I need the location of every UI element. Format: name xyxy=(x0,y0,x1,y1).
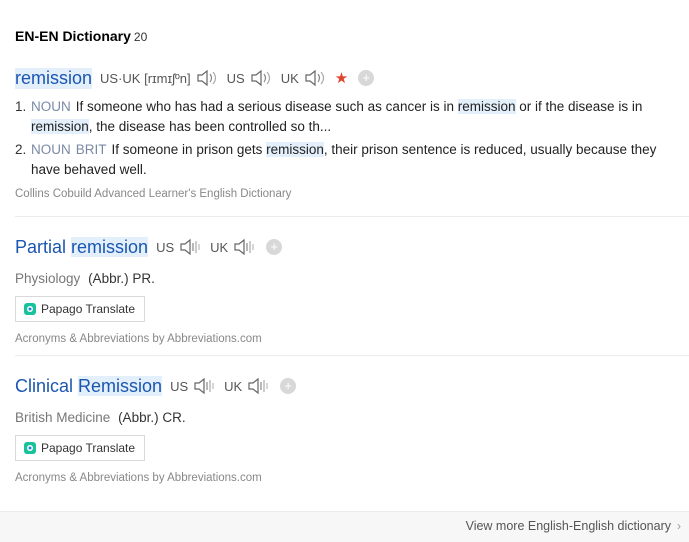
headword-part: Partial xyxy=(15,236,67,257)
papago-icon xyxy=(24,442,36,454)
papago-label: Papago Translate xyxy=(41,441,136,455)
highlighted-word: remission xyxy=(31,119,89,134)
part-of-speech: NOUN xyxy=(31,142,71,157)
part-of-speech: NOUN xyxy=(31,99,71,114)
uk-label: UK xyxy=(224,378,243,394)
add-wordbook-icon[interactable]: + xyxy=(358,70,375,86)
speaker-icon[interactable] xyxy=(232,238,256,256)
pronunciation-us: US xyxy=(156,238,202,256)
def-fragment: or if the disease is in xyxy=(519,99,643,114)
pronunciation-uk: UK xyxy=(281,69,327,87)
add-wordbook-icon[interactable]: + xyxy=(266,239,283,255)
headword-highlight: remission xyxy=(71,236,149,257)
dictionary-source: Collins Cobuild Advanced Learner's Engli… xyxy=(15,188,292,200)
papago-translate-button[interactable]: Papago Translate xyxy=(15,435,146,461)
field-label: Physiology xyxy=(15,271,81,286)
headword-link[interactable]: Partial remission xyxy=(15,236,149,258)
def-text: NOUN If someone who has had a serious dis… xyxy=(31,97,689,137)
abbreviation: (Abbr.) PR. xyxy=(88,271,155,286)
us-label: US xyxy=(156,239,175,255)
pronunciation-usuk: US·UK [rɪmɪʃºn] xyxy=(100,69,219,87)
def-number: 1. xyxy=(15,99,27,114)
abbreviation: (Abbr.) CR. xyxy=(118,410,186,425)
highlighted-word: remission xyxy=(266,142,324,157)
add-wordbook-icon[interactable]: + xyxy=(280,378,297,394)
speaker-icon[interactable] xyxy=(192,377,216,395)
definition-list: 1. NOUN If someone who has had a serious … xyxy=(15,97,689,180)
dictionary-source: Acronyms & Abbreviations by Abbreviation… xyxy=(15,333,262,345)
view-more-link[interactable]: View more English-English dictionary › xyxy=(466,519,681,533)
star-icon[interactable]: ★ xyxy=(335,69,348,87)
divider xyxy=(15,216,689,217)
highlighted-word: remission xyxy=(457,99,516,114)
speaker-icon[interactable] xyxy=(249,69,273,87)
pronunciation-us: US xyxy=(170,377,216,395)
section-title: EN-EN Dictionary xyxy=(15,28,131,44)
us-label: US xyxy=(226,70,245,86)
uk-label: UK xyxy=(280,70,299,86)
section-header: EN-EN Dictionary 20 xyxy=(15,28,147,44)
pron-text: [rɪmɪʃºn] xyxy=(144,70,191,86)
entry-partial-remission: Partial remission US UK + Physiology (Ab… xyxy=(15,235,689,345)
region-label: BRIT xyxy=(75,142,107,157)
abbreviation-line: Physiology (Abbr.) PR. xyxy=(15,271,689,286)
def-fragment: , the disease has been controlled so th.… xyxy=(88,119,332,134)
chevron-right-icon: › xyxy=(677,519,681,533)
speaker-icon[interactable] xyxy=(303,69,327,87)
result-count: 20 xyxy=(133,30,148,44)
divider xyxy=(15,355,689,356)
papago-icon xyxy=(24,303,36,315)
definition-item: 2. NOUN BRIT If someone in prison gets rem… xyxy=(15,140,689,180)
def-fragment: If someone who has had a serious disease… xyxy=(75,99,454,114)
entry-remission: remission US·UK [rɪmɪʃºn] US UK ★ + 1. N… xyxy=(15,66,689,200)
speaker-icon[interactable] xyxy=(246,377,270,395)
headword-link[interactable]: remission xyxy=(15,67,93,89)
pron-label: US·UK xyxy=(100,70,141,86)
speaker-icon[interactable] xyxy=(178,238,202,256)
headword-highlight: Remission xyxy=(78,375,163,396)
footer-bar: View more English-English dictionary › xyxy=(0,511,689,542)
def-number: 2. xyxy=(15,142,27,157)
speaker-icon[interactable] xyxy=(195,69,219,87)
def-text: NOUN BRIT If someone in prison gets remiss… xyxy=(31,140,689,180)
headword-link[interactable]: Clinical Remission xyxy=(15,375,163,397)
headword-part: Clinical xyxy=(15,375,74,396)
pronunciation-uk: UK xyxy=(224,377,270,395)
abbreviation-line: British Medicine (Abbr.) CR. xyxy=(15,410,689,425)
dictionary-source: Acronyms & Abbreviations by Abbreviation… xyxy=(15,472,262,484)
def-fragment: If someone in prison gets xyxy=(111,142,263,157)
papago-translate-button[interactable]: Papago Translate xyxy=(15,296,146,322)
uk-label: UK xyxy=(210,239,229,255)
field-label: British Medicine xyxy=(15,410,111,425)
view-more-label: View more English-English dictionary xyxy=(465,519,671,533)
definition-item: 1. NOUN If someone who has had a serious … xyxy=(15,97,689,137)
pronunciation-uk: UK xyxy=(210,238,256,256)
papago-label: Papago Translate xyxy=(41,302,136,316)
us-label: US xyxy=(170,378,189,394)
entry-clinical-remission: Clinical Remission US UK + British Medic… xyxy=(15,374,689,484)
pronunciation-us: US xyxy=(227,69,273,87)
